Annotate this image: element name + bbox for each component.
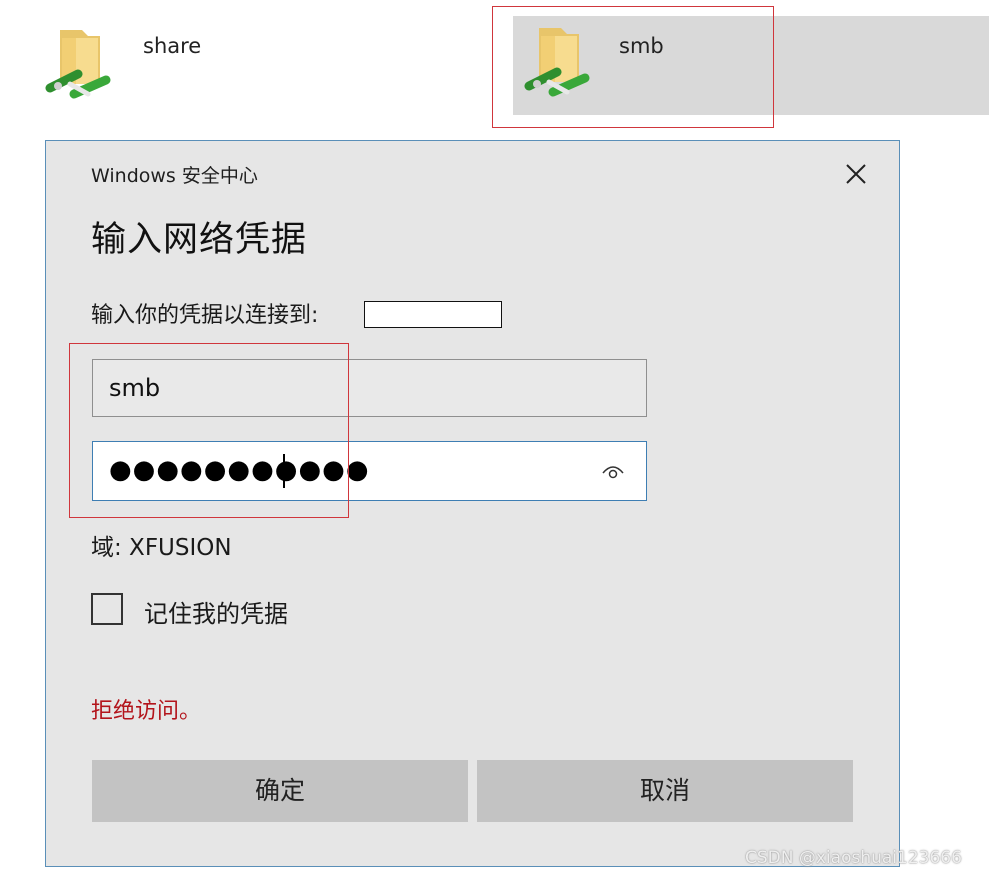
folder-item-smb[interactable]: smb <box>513 16 989 115</box>
folder-item-share[interactable]: share <box>40 18 460 116</box>
remember-checkbox[interactable] <box>91 593 123 625</box>
password-field[interactable]: ●●●●●●●●●●● <box>92 441 647 501</box>
password-mask: ●●●●●●●●●●● <box>109 455 370 485</box>
close-button[interactable] <box>836 157 876 191</box>
eye-icon <box>602 466 624 479</box>
text-caret <box>283 454 285 488</box>
network-folder-icon <box>45 30 111 99</box>
watermark: CSDN @xiaoshuai123666 <box>745 848 962 868</box>
error-message: 拒绝访问。 <box>91 699 202 724</box>
close-icon <box>846 164 866 184</box>
dialog-prompt: 输入你的凭据以连接到: <box>91 303 319 328</box>
credentials-dialog: Windows 安全中心 输入网络凭据 输入你的凭据以连接到: smb ●●●●… <box>45 140 900 867</box>
ok-button[interactable]: 确定 <box>92 760 468 822</box>
domain-label: 域: XFUSION <box>91 535 232 561</box>
dialog-caption: Windows 安全中心 <box>91 165 258 187</box>
reveal-password-button[interactable] <box>598 458 628 484</box>
folder-label: share <box>143 34 202 58</box>
cancel-button[interactable]: 取消 <box>477 760 853 822</box>
redacted-server-name <box>364 301 502 328</box>
folder-label: smb <box>619 34 664 58</box>
username-field[interactable]: smb <box>92 359 647 417</box>
network-folder-icon <box>524 28 590 97</box>
dialog-title: 输入网络凭据 <box>91 220 308 260</box>
remember-label: 记住我的凭据 <box>144 600 288 628</box>
